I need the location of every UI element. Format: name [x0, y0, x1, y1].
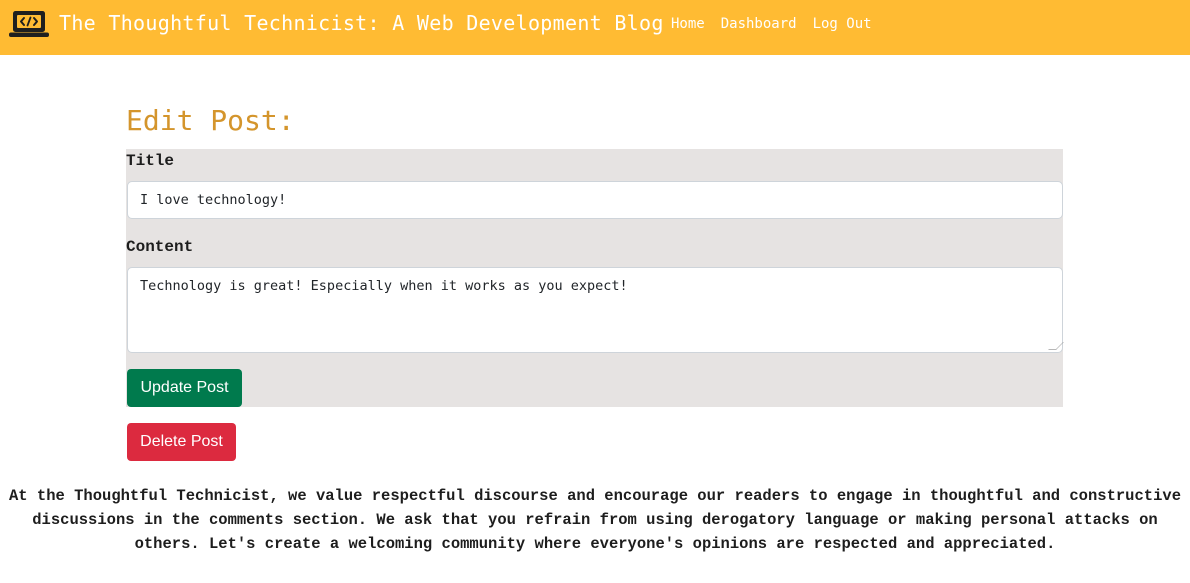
page-title: Edit Post: [126, 104, 295, 137]
nav-link-logout[interactable]: Log Out [813, 16, 872, 32]
laptop-code-icon[interactable] [9, 10, 49, 38]
brand-title[interactable]: The Thoughtful Technicist: A Web Develop… [59, 11, 664, 35]
update-post-button[interactable]: Update Post [127, 369, 242, 407]
community-guidelines-text: At the Thoughtful Technicist, we value r… [9, 487, 1181, 553]
nav-link-dashboard[interactable]: Dashboard [721, 16, 797, 32]
content-textarea[interactable]: Technology is great! Especially when it … [127, 267, 1064, 353]
nav-link-home[interactable]: Home [671, 16, 705, 32]
delete-post-button[interactable]: Delete Post [127, 423, 236, 461]
content-label: Content [126, 238, 194, 256]
content-text: Technology is great! Especially when it … [140, 278, 628, 294]
title-input[interactable]: I love technology! [127, 181, 1063, 219]
title-label: Title [126, 152, 175, 170]
nav-links: Home Dashboard Log Out [671, 16, 888, 32]
edit-post-form: Title I love technology! Content Technol… [126, 149, 1064, 407]
navbar: The Thoughtful Technicist: A Web Develop… [0, 0, 1190, 55]
resize-handle-icon[interactable] [1048, 342, 1064, 350]
